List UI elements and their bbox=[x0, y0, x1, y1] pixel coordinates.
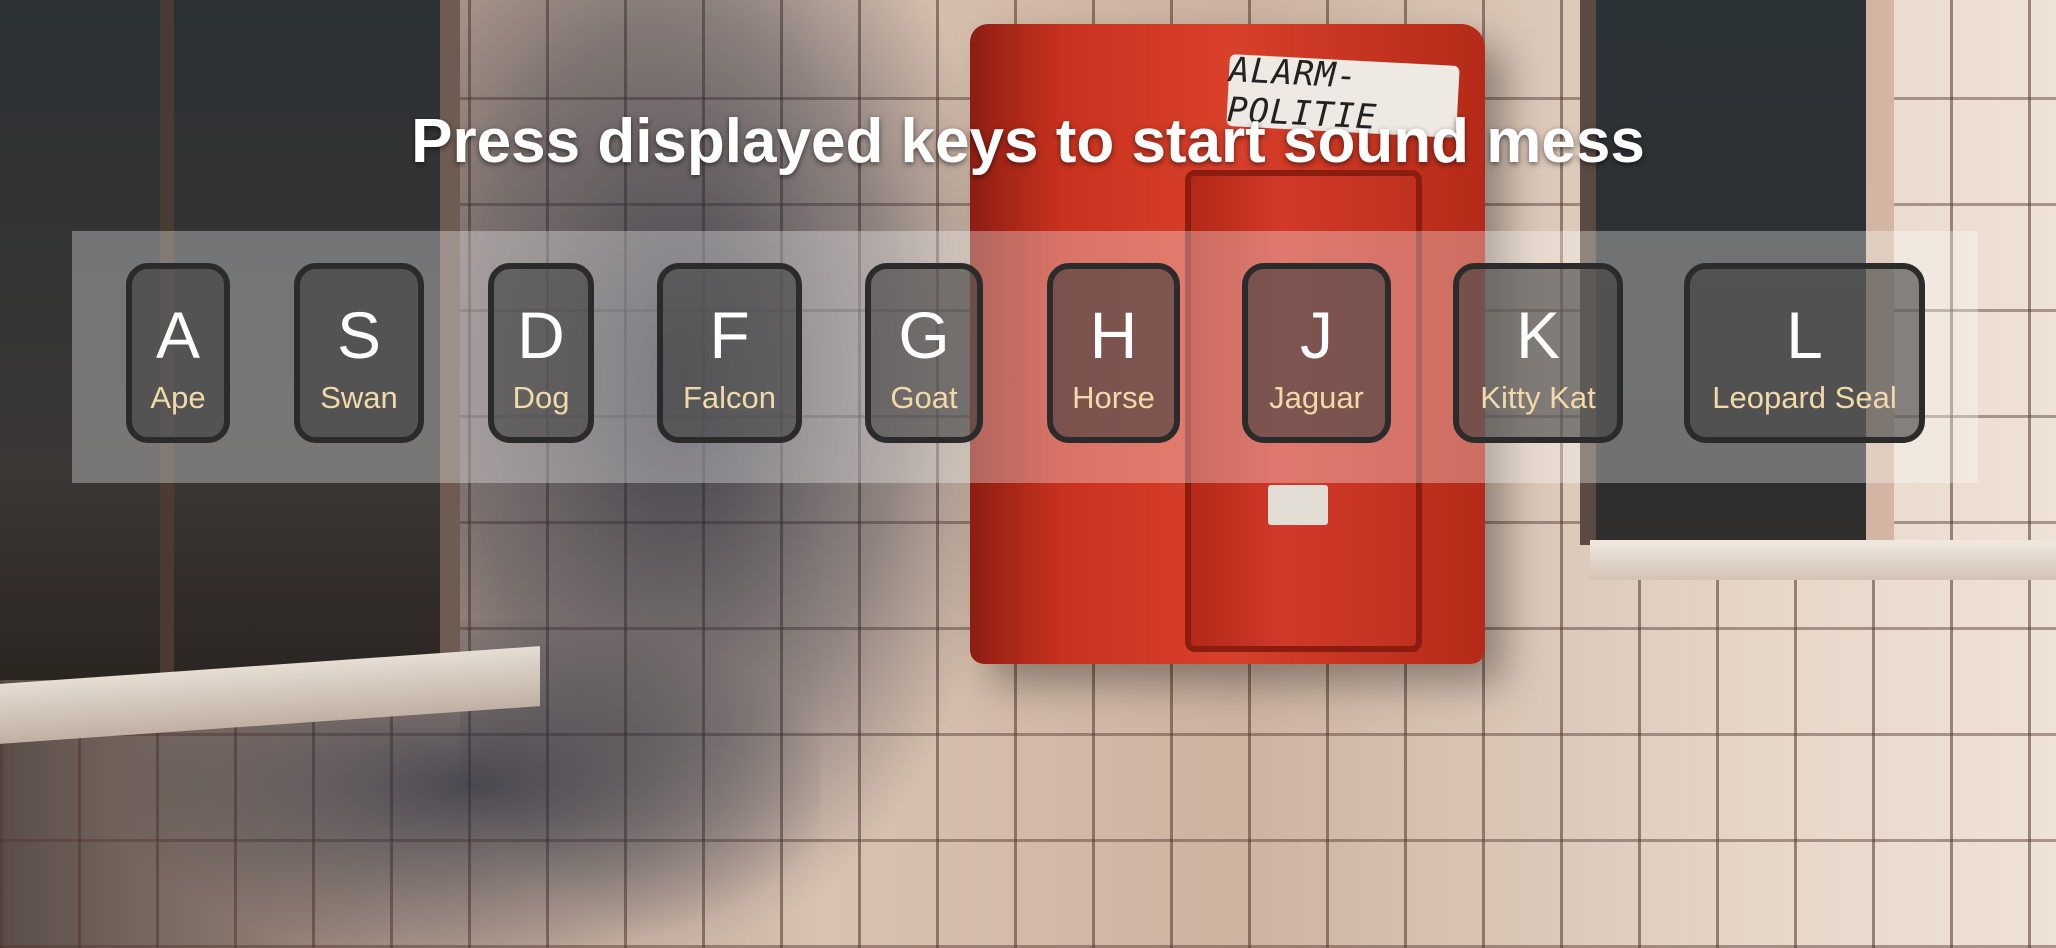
key-k[interactable]: K Kitty Kat bbox=[1453, 263, 1623, 443]
key-j[interactable]: J Jaguar bbox=[1242, 263, 1391, 443]
drum-kit-page: ALARM-POLITIE Press displayed keys to st… bbox=[0, 0, 2056, 948]
key-g[interactable]: G Goat bbox=[865, 263, 983, 443]
key-letter: K bbox=[1515, 297, 1561, 372]
key-sound-label: Ape bbox=[150, 379, 206, 415]
key-sound-label: Leopard Seal bbox=[1712, 379, 1897, 415]
key-letter: S bbox=[336, 297, 382, 372]
key-letter: A bbox=[155, 297, 201, 372]
key-letter: H bbox=[1089, 297, 1138, 372]
background-alarm-label bbox=[1268, 485, 1328, 525]
page-title: Press displayed keys to start sound mess bbox=[411, 107, 1645, 176]
key-d[interactable]: D Dog bbox=[488, 263, 594, 443]
key-sound-label: Jaguar bbox=[1269, 379, 1364, 415]
key-h[interactable]: H Horse bbox=[1047, 263, 1180, 443]
key-s[interactable]: S Swan bbox=[294, 263, 424, 443]
key-letter: J bbox=[1300, 297, 1333, 372]
key-sound-label: Swan bbox=[320, 379, 398, 415]
key-letter: L bbox=[1786, 297, 1823, 372]
key-sound-label: Dog bbox=[512, 379, 570, 415]
key-sound-label: Horse bbox=[1072, 379, 1155, 415]
key-sound-label: Goat bbox=[890, 379, 958, 415]
key-sound-label: Falcon bbox=[682, 379, 777, 415]
background-sill-right bbox=[1590, 540, 2056, 580]
key-a[interactable]: A Ape bbox=[126, 263, 230, 443]
key-l[interactable]: L Leopard Seal bbox=[1684, 263, 1925, 443]
key-sound-label: Kitty Kat bbox=[1480, 379, 1596, 415]
key-letter: G bbox=[898, 297, 950, 372]
key-letter: F bbox=[709, 297, 750, 372]
key-letter: D bbox=[517, 297, 565, 372]
key-f[interactable]: F Falcon bbox=[657, 263, 802, 443]
